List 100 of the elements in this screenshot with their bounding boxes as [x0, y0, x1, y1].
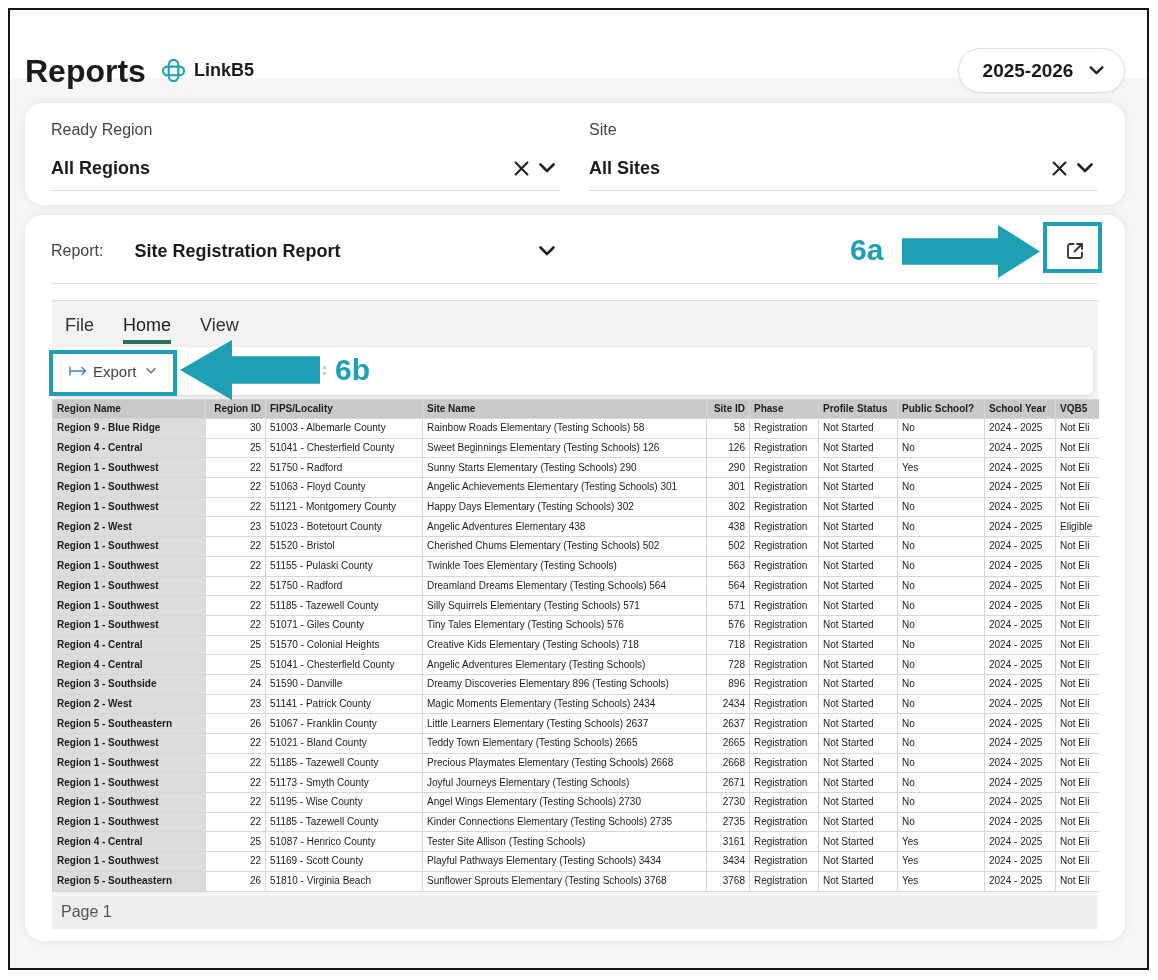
table-cell: 25: [205, 654, 266, 675]
column-header[interactable]: School Year: [984, 399, 1056, 419]
table-cell: 51121 - Montgomery County: [265, 497, 423, 517]
table-cell: 51067 - Franklin County: [265, 713, 423, 734]
table-cell: 571: [706, 595, 750, 616]
chevron-down-icon[interactable]: [1077, 163, 1093, 173]
table-cell: Registration: [749, 516, 819, 537]
export-button[interactable]: Export: [65, 356, 161, 386]
row-header: Region 3 - Southside: [52, 674, 206, 695]
filter-select[interactable]: All Sites: [589, 157, 1098, 191]
table-cell: No: [897, 654, 985, 675]
chevron-down-icon[interactable]: [539, 246, 556, 256]
table-cell: 3161: [706, 831, 750, 852]
table-cell: Registration: [749, 418, 819, 439]
table-cell: Rainbow Roads Elementary (Testing Schools) 58: [422, 418, 707, 439]
table-cell: No: [897, 753, 985, 773]
table-cell: Registration: [749, 536, 819, 557]
table-cell: Registration: [749, 713, 819, 734]
table-cell: 2024 - 2025: [984, 851, 1056, 872]
table-cell: 2665: [706, 733, 750, 754]
table-cell: No: [897, 438, 985, 458]
clear-icon[interactable]: [1052, 160, 1067, 176]
tab[interactable]: View: [200, 301, 239, 344]
column-header[interactable]: FIPS/Locality: [265, 399, 423, 419]
column-header[interactable]: Site Name: [422, 399, 707, 419]
table-cell: Not Started: [818, 576, 898, 596]
table-cell: Teddy Town Elementary (Testing Schools) 2665: [422, 733, 707, 754]
table-cell: Registration: [749, 851, 819, 872]
table-cell: Little Learners Elementary (Testing Schools) 2637: [422, 713, 707, 734]
chevron-down-icon[interactable]: [539, 163, 555, 173]
table-cell: Angel Wings Elementary (Testing Schools) 2730: [422, 792, 707, 813]
row-header: Region 1 - Southwest: [52, 536, 206, 557]
table-cell: 22: [205, 812, 266, 832]
filter-select[interactable]: All Regions: [51, 157, 560, 191]
table-cell: 23: [205, 516, 266, 537]
table-cell: 51041 - Chesterfield County: [265, 654, 423, 675]
row-header: Region 1 - Southwest: [52, 733, 206, 754]
external-link-icon[interactable]: [1065, 241, 1085, 261]
table-cell: No: [897, 477, 985, 498]
row-header: Region 2 - West: [52, 694, 206, 714]
table-cell: 2730: [706, 792, 750, 813]
table-cell: 2024 - 2025: [984, 556, 1056, 576]
page-indicator: Page 1: [61, 903, 112, 921]
chevron-down-icon[interactable]: [1089, 66, 1105, 75]
table-cell: 2024 - 2025: [984, 831, 1056, 852]
table-cell: 51169 - Scott County: [265, 851, 423, 872]
table-cell: 302: [706, 497, 750, 517]
clear-icon[interactable]: [514, 160, 529, 176]
table-cell: 22: [205, 457, 266, 478]
table-cell: 51041 - Chesterfield County: [265, 438, 423, 458]
table-cell: 2024 - 2025: [984, 694, 1056, 714]
table-cell: 2024 - 2025: [984, 772, 1056, 793]
table-cell: Registration: [749, 733, 819, 754]
row-header: Region 4 - Central: [52, 635, 206, 655]
column-header[interactable]: Profile Status: [818, 399, 898, 419]
column-header[interactable]: Public School?: [897, 399, 985, 419]
table-cell: Dreamy Discoveries Elementary 896 (Testing Schools): [422, 674, 707, 695]
table-cell: 126: [706, 438, 750, 458]
table-cell: 2735: [706, 812, 750, 832]
column-header[interactable]: Site ID: [706, 399, 750, 419]
table-cell: 22: [205, 772, 266, 793]
table-cell: Not Started: [818, 792, 898, 813]
column-header[interactable]: VQB5: [1055, 399, 1099, 419]
report-select[interactable]: Site Registration Report: [134, 240, 561, 262]
tab[interactable]: File: [65, 301, 94, 344]
table-cell: Registration: [749, 654, 819, 675]
table-cell: Not Started: [818, 615, 898, 636]
column-header[interactable]: Phase: [749, 399, 819, 419]
table-cell: Happy Days Elementary (Testing Schools) 302: [422, 497, 707, 517]
year-select[interactable]: 2025-2026: [958, 48, 1125, 93]
table-cell: 51087 - Henrico County: [265, 831, 423, 852]
table-cell: 51023 - Botetourt County: [265, 516, 423, 537]
table-cell: 728: [706, 654, 750, 675]
table-cell: 2024 - 2025: [984, 497, 1056, 517]
column-header[interactable]: Region Name: [52, 399, 206, 419]
table-cell: Not Started: [818, 772, 898, 793]
field-label: Site: [589, 120, 617, 140]
table-cell: 2024 - 2025: [984, 674, 1056, 695]
row-header: Region 2 - West: [52, 516, 206, 537]
brand-name: LinkB5: [193, 60, 254, 81]
table-cell: 30: [205, 418, 266, 439]
table-cell: Not Started: [818, 831, 898, 852]
table-cell: Registration: [749, 457, 819, 478]
table-cell: Joyful Journeys Elementary (Testing Schools): [422, 772, 707, 793]
table-cell: 2024 - 2025: [984, 477, 1056, 498]
table-cell: 51185 - Tazewell County: [265, 753, 423, 773]
table-cell: 25: [205, 438, 266, 458]
table-cell: No: [897, 674, 985, 695]
table-cell: Registration: [749, 792, 819, 813]
table-cell: Sweet Beginnings Elementary (Testing Schools) 126: [422, 438, 707, 458]
table-cell: No: [897, 497, 985, 517]
table-cell: Angelic Adventures Elementary 438: [422, 516, 707, 537]
table-cell: 22: [205, 851, 266, 872]
table-cell: Not Started: [818, 497, 898, 517]
table-cell: No: [897, 595, 985, 616]
table-cell: Not Started: [818, 713, 898, 734]
table-cell: Not Started: [818, 595, 898, 616]
table-cell: Angelic Achievements Elementary (Testing Schools) 301: [422, 477, 707, 498]
column-header[interactable]: Region ID: [205, 399, 266, 419]
table-cell: 22: [205, 477, 266, 498]
